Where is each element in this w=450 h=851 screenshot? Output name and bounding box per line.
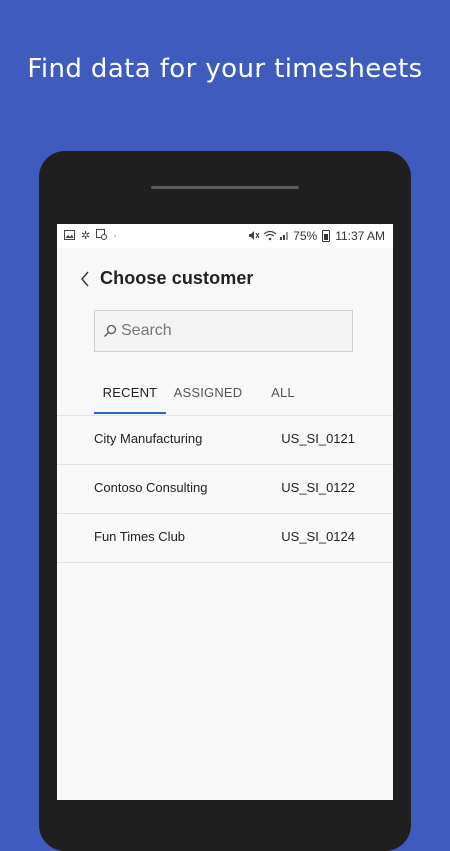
search-box[interactable]: [94, 310, 353, 352]
page-title: Choose customer: [100, 268, 254, 288]
app-screen: ✲ · 75% 11:37 AM Choose customer Search …: [57, 224, 393, 800]
customer-name: City Manufacturing: [94, 431, 203, 446]
mute-icon: [248, 230, 260, 243]
tab-assigned[interactable]: ASSIGNED: [170, 374, 246, 412]
more-notifications-icon: ·: [113, 230, 117, 242]
status-system: 75% 11:37 AM: [248, 229, 385, 243]
signal-icon: [280, 230, 290, 242]
customer-name: Contoso Consulting: [94, 480, 208, 495]
wifi-icon: [263, 230, 277, 243]
customer-name: Fun Times Club: [94, 529, 186, 544]
status-time: 11:37 AM: [335, 229, 385, 243]
customer-code: US_SI_0121: [281, 431, 355, 446]
status-notifications: ✲ ·: [64, 229, 117, 243]
customer-code: US_SI_0124: [281, 529, 355, 544]
phone-speaker: [151, 186, 299, 189]
tab-all[interactable]: ALL: [257, 374, 309, 412]
search-input[interactable]: [121, 311, 346, 351]
list-item[interactable]: City Manufacturing US_SI_0121: [57, 416, 393, 465]
promo-headline: Find data for your timesheets: [27, 54, 423, 84]
list-item[interactable]: Contoso Consulting US_SI_0122: [57, 465, 393, 514]
customer-code: US_SI_0122: [281, 480, 355, 495]
search-icon: [103, 324, 117, 338]
app-header: Choose customer: [57, 248, 393, 310]
status-bar: ✲ · 75% 11:37 AM: [57, 224, 393, 248]
customer-tabs: RECENT ASSIGNED ALL: [57, 374, 393, 414]
list-item[interactable]: Fun Times Club US_SI_0124: [57, 514, 393, 563]
battery-percent: 75%: [293, 229, 318, 243]
battery-icon: [322, 230, 331, 242]
back-arrow-icon[interactable]: [79, 270, 93, 290]
customer-list: City Manufacturing US_SI_0121 Contoso Co…: [57, 415, 393, 563]
gallery-icon: [64, 229, 75, 243]
pinwheel-icon: ✲: [81, 230, 91, 242]
tab-recent[interactable]: RECENT: [94, 374, 166, 412]
sync-icon: [96, 229, 108, 243]
active-tab-indicator: [94, 412, 166, 414]
